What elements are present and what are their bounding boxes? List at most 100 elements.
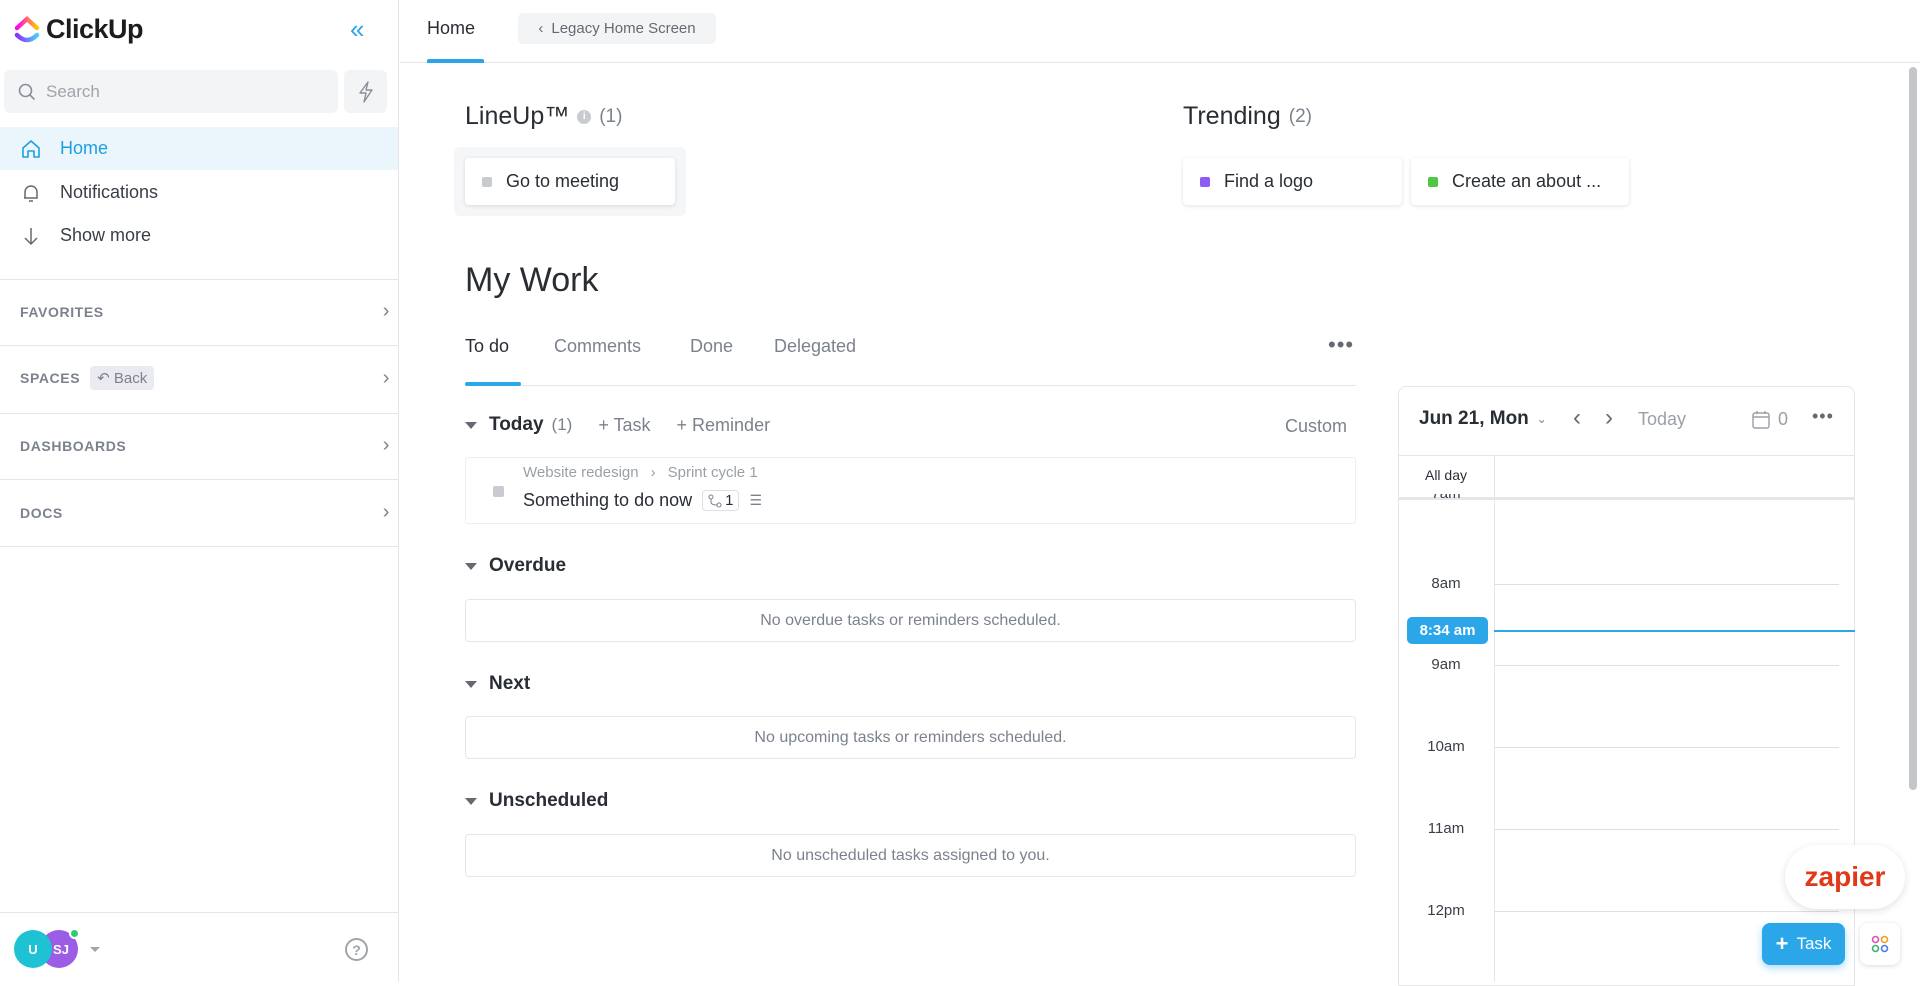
tab-to-do[interactable]: To do <box>465 336 509 357</box>
new-task-button[interactable]: + Task <box>1762 923 1845 965</box>
search-input[interactable]: Search <box>4 70 338 113</box>
next-day-button[interactable]: › <box>1605 404 1613 432</box>
lightning-icon <box>358 80 373 103</box>
tab-comments[interactable]: Comments <box>554 336 641 357</box>
brand-name: ClickUp <box>46 14 144 44</box>
plus-icon: + <box>1775 931 1789 956</box>
help-icon[interactable]: ? <box>345 938 368 961</box>
group-next[interactable]: Next <box>465 673 530 695</box>
quick-actions-button[interactable] <box>344 70 387 113</box>
hour-text: 7am <box>1431 494 1460 502</box>
apps-grid-icon <box>1871 935 1889 953</box>
lineup-task-card[interactable]: Go to meeting <box>465 158 675 205</box>
sidebar-section-dashboards[interactable]: DASHBOARDS › <box>20 434 390 457</box>
task-row[interactable]: Website redesign › Sprint cycle 1 Somethin… <box>465 457 1356 524</box>
event-count: 0 <box>1778 409 1789 429</box>
divider <box>0 546 398 547</box>
sidebar-item-show-more[interactable]: Show more <box>0 214 398 257</box>
calendar-icon <box>1752 411 1770 429</box>
avatar: U <box>14 930 52 968</box>
trending-task-card[interactable]: Create an about ... <box>1411 158 1629 205</box>
chevron-right-icon: › <box>382 501 390 523</box>
chevron-right-icon: › <box>382 434 390 456</box>
hour-line <box>1494 665 1839 666</box>
legacy-home-button[interactable]: ‹ Legacy Home Screen <box>518 13 716 44</box>
collapse-caret-icon[interactable] <box>465 680 477 688</box>
divider <box>0 345 398 346</box>
hour-label: 12pm <box>1427 902 1465 919</box>
sidebar-item-home[interactable]: Home <box>0 127 398 170</box>
current-time-badge: 8:34 am <box>1407 617 1488 644</box>
chevron-right-icon: › <box>382 300 390 322</box>
sidebar-item-notifications[interactable]: Notifications <box>0 171 398 214</box>
calendar-date: Jun 21, Mon <box>1419 408 1529 429</box>
tab-delegated[interactable]: Delegated <box>774 336 856 357</box>
group-unscheduled[interactable]: Unscheduled <box>465 790 608 812</box>
custom-button[interactable]: Custom <box>1285 416 1347 437</box>
divider <box>0 479 398 480</box>
sidebar-section-docs[interactable]: DOCS › <box>20 501 390 524</box>
hour-label: 11am <box>1427 820 1465 837</box>
add-task-button[interactable]: + Task <box>598 415 650 436</box>
collapse-sidebar-icon[interactable]: « <box>350 14 364 45</box>
spaces-back-button[interactable]: ↶ Back <box>90 366 155 390</box>
calendar-events-count[interactable]: 0 <box>1752 409 1788 430</box>
sidebar-item-label: Notifications <box>60 182 159 202</box>
sidebar-item-label: Home <box>60 138 109 158</box>
hour-label: 7am <box>1398 494 1494 503</box>
zapier-button[interactable]: zapier <box>1785 845 1905 909</box>
chevron-left-icon: ‹ <box>538 20 544 37</box>
apps-button[interactable] <box>1860 923 1900 965</box>
info-icon[interactable]: i <box>577 109 592 124</box>
chevron-right-icon: › <box>650 464 656 481</box>
subtask-badge[interactable]: 1 <box>702 490 740 511</box>
trending-title: Trending <box>1183 102 1281 130</box>
search-icon <box>18 83 36 100</box>
hour-label: 9am <box>1431 656 1461 673</box>
add-reminder-button[interactable]: + Reminder <box>677 415 771 436</box>
user-menu[interactable]: U SJ <box>14 928 100 968</box>
group-label: Next <box>489 673 531 694</box>
task-name[interactable]: Something to do now <box>523 490 692 511</box>
status-square[interactable] <box>493 486 504 497</box>
collapse-caret-icon[interactable] <box>465 562 477 570</box>
hour-line <box>1494 829 1839 830</box>
trending-header: Trending (2) <box>1183 102 1312 131</box>
prev-day-button[interactable]: ‹ <box>1573 404 1581 432</box>
task-breadcrumb[interactable]: Website redesign › Sprint cycle 1 <box>523 464 758 481</box>
section-label: FAVORITES <box>20 303 104 320</box>
tabs-divider <box>465 385 1356 386</box>
group-today[interactable]: Today (1) + Task + Reminder <box>465 414 770 436</box>
tab-home[interactable]: Home <box>427 18 475 39</box>
legacy-label: Legacy Home Screen <box>551 20 696 37</box>
calendar-more-icon[interactable]: ••• <box>1812 406 1834 427</box>
sidebar-section-spaces[interactable]: SPACES ↶ Back › <box>20 366 390 390</box>
sidebar-section-favorites[interactable]: FAVORITES › <box>20 300 390 323</box>
group-overdue[interactable]: Overdue <box>465 555 566 577</box>
hour-line <box>1494 584 1839 585</box>
caret-down-icon <box>90 946 100 952</box>
status-square <box>1200 176 1210 187</box>
collapse-caret-icon[interactable] <box>465 797 477 805</box>
sidebar-item-label: Show more <box>60 225 152 245</box>
tab-done[interactable]: Done <box>690 336 733 357</box>
trending-count: (2) <box>1288 105 1312 127</box>
home-icon <box>22 139 40 158</box>
section-label: DASHBOARDS <box>20 437 127 454</box>
zapier-logo: zapier <box>1804 861 1886 892</box>
breadcrumb-list: Website redesign <box>523 464 639 481</box>
hour-label: 10am <box>1427 738 1465 755</box>
status-square <box>1428 176 1438 187</box>
lineup-count: (1) <box>599 105 623 127</box>
chevron-right-icon: › <box>382 366 390 389</box>
scrollbar-thumb[interactable] <box>1909 67 1917 790</box>
collapse-caret-icon[interactable] <box>465 421 477 429</box>
today-button[interactable]: Today <box>1638 409 1686 430</box>
search-placeholder: Search <box>46 81 100 101</box>
task-name: Go to meeting <box>506 171 620 191</box>
calendar-date-picker[interactable]: Jun 21, Mon ⌄ <box>1419 408 1547 430</box>
clickup-logo[interactable]: ClickUp <box>14 14 144 45</box>
more-options-icon[interactable]: ••• <box>1328 332 1354 358</box>
divider <box>0 279 398 280</box>
trending-task-card[interactable]: Find a logo <box>1183 158 1402 205</box>
